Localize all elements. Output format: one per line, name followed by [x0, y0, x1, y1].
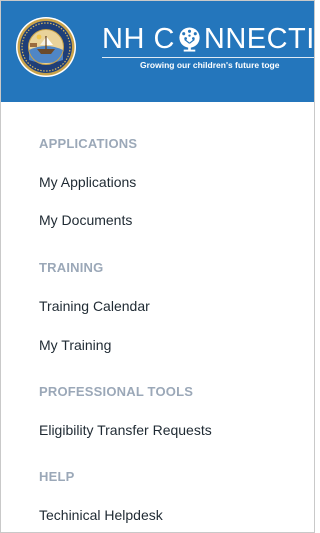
nav-item-my-documents[interactable]: My Documents	[39, 212, 132, 228]
nav-item-eligibility-transfer-requests[interactable]: Eligibility Transfer Requests	[39, 422, 212, 438]
brand-divider	[102, 57, 314, 58]
nh-state-seal-icon	[16, 17, 76, 77]
nav-item-my-applications[interactable]: My Applications	[39, 174, 136, 190]
section-label-professional-tools: PROFESSIONAL TOOLS	[39, 384, 194, 399]
nav-item-training-calendar[interactable]: Training Calendar	[39, 298, 150, 314]
nav-item-my-training[interactable]: My Training	[39, 337, 111, 353]
app-frame: NH C NNECTI Growing our children's futur…	[0, 0, 315, 533]
brand-logotype: NH C NNECTI	[102, 23, 314, 55]
brand-block: NH C NNECTI Growing our children's futur…	[102, 23, 314, 71]
brand-tagline: Growing our children's future toge	[140, 60, 280, 70]
brand-name-suffix: NNECTI	[203, 23, 314, 55]
section-label-applications: APPLICATIONS	[39, 136, 138, 151]
site-header: NH C NNECTI Growing our children's futur…	[1, 1, 314, 102]
tree-icon	[179, 26, 200, 52]
section-label-training: TRAINING	[39, 260, 104, 275]
section-label-help: HELP	[39, 469, 75, 484]
nav-item-technical-helpdesk[interactable]: Techinical Helpdesk	[39, 507, 163, 523]
brand-name-prefix: NH C	[102, 23, 175, 55]
